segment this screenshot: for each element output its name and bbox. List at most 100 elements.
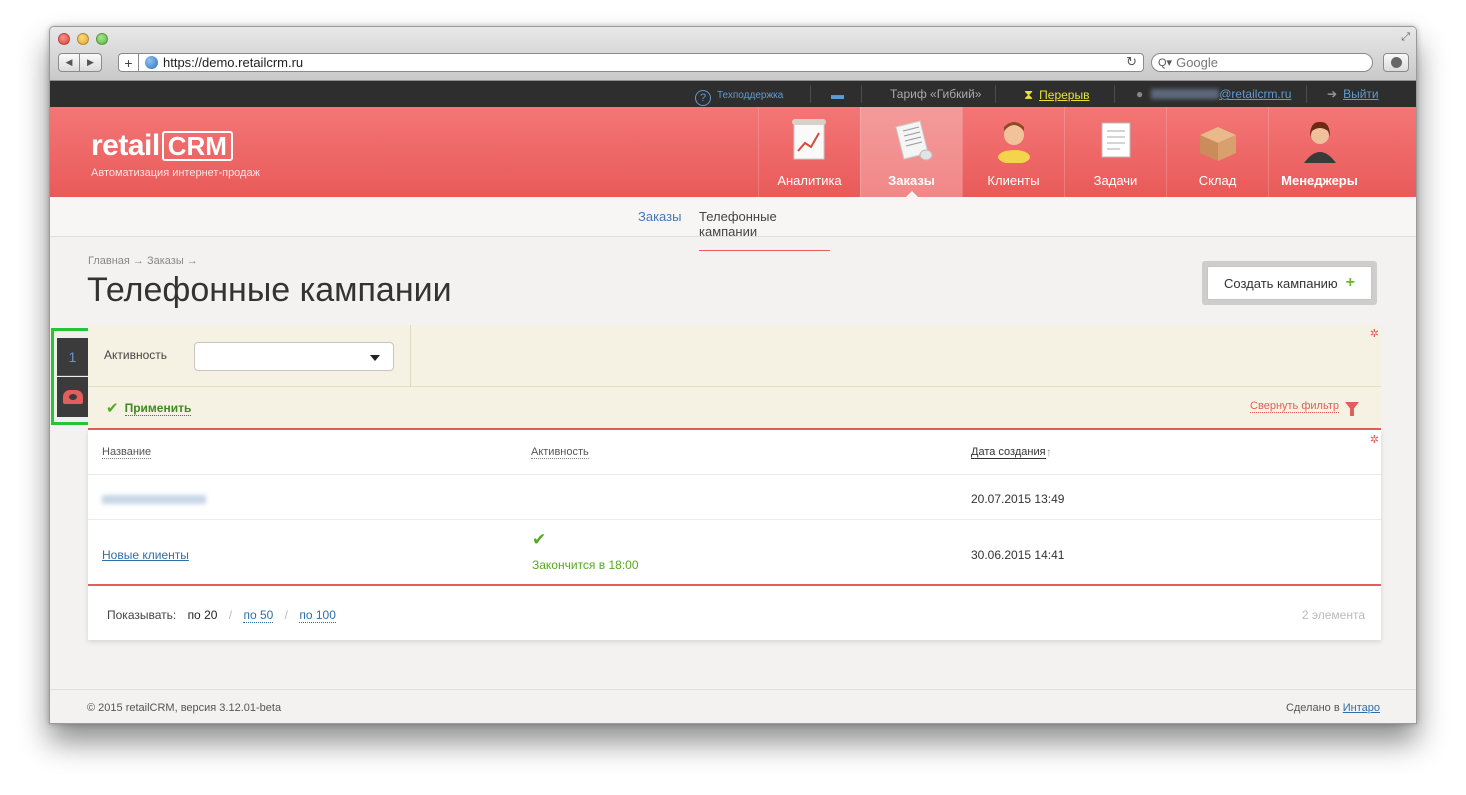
minimize-window-button[interactable]: [77, 33, 89, 45]
logo-tagline: Автоматизация интернет-продаж: [91, 167, 260, 179]
divider: [995, 85, 996, 103]
orders-icon: [895, 120, 933, 161]
divider: [1306, 85, 1307, 103]
fullscreen-icon[interactable]: ⤢: [1401, 31, 1410, 44]
analytics-icon: [792, 119, 826, 160]
new-tab-button[interactable]: +: [118, 53, 138, 72]
made-by-label: Сделано в: [1285, 702, 1340, 714]
search-input[interactable]: Q▾ Google: [1151, 53, 1373, 72]
module-tasks[interactable]: Задачи: [1064, 107, 1166, 197]
browser-toolbar: ⤢ ◀ ▶ + https://demo.retailcrm.ru ↻ Q▾ G…: [50, 27, 1416, 81]
divider: /: [228, 608, 233, 622]
clients-icon: [998, 122, 1030, 163]
phone-icon: [62, 390, 83, 404]
create-campaign-wrap: Создать кампанию +: [1202, 261, 1377, 305]
created-date: 20.07.2015 13:49: [971, 492, 1065, 506]
search-icon: Q▾: [1158, 57, 1173, 69]
sub-nav: Заказы Телефонные кампании: [50, 197, 1416, 251]
user-account-link[interactable]: ● @retailcrm.ru: [1136, 87, 1291, 101]
divider: [88, 474, 1381, 475]
created-date: 30.06.2015 14:41: [971, 548, 1065, 562]
intaro-link[interactable]: Интаро: [1343, 702, 1380, 714]
column-header-created[interactable]: Дата создания: [971, 446, 1046, 459]
column-header-name[interactable]: Название: [102, 446, 152, 459]
module-managers[interactable]: Менеджеры: [1268, 107, 1370, 197]
history-nav: ◀ ▶: [58, 53, 102, 72]
browser-window: ⤢ ◀ ▶ + https://demo.retailcrm.ru ↻ Q▾ G…: [49, 26, 1417, 724]
module-analytics[interactable]: Аналитика: [758, 107, 860, 197]
blurred-username: [1151, 89, 1220, 99]
downloads-button[interactable]: [1383, 53, 1409, 72]
reload-icon[interactable]: ↻: [1126, 54, 1137, 70]
activity-select[interactable]: [194, 342, 394, 371]
module-label: Клиенты: [987, 173, 1040, 188]
module-clients[interactable]: Клиенты: [962, 107, 1064, 197]
check-icon: ✔: [106, 400, 119, 417]
campaigns-table: ✲ Название Активность Дата создания ↑ 20…: [88, 430, 1381, 640]
breadcrumb[interactable]: Главная → Заказы →: [88, 255, 198, 267]
chat-icon[interactable]: ▬: [831, 87, 844, 102]
logo-word: retail: [91, 129, 160, 162]
top-user-bar: ? Техподдержка ▬ Тариф «Гибкий» ⧗ Перерыв …: [50, 81, 1416, 107]
break-label: Перерыв: [1039, 88, 1090, 102]
filter-side-tabs: 1: [51, 328, 91, 425]
collapse-filter-button[interactable]: Свернуть фильтр: [1250, 400, 1359, 416]
break-link[interactable]: ⧗ Перерыв: [1024, 87, 1089, 103]
module-orders[interactable]: Заказы: [860, 107, 962, 197]
logout-label: Выйти: [1343, 87, 1379, 101]
logout-link[interactable]: ➔ Выйти: [1327, 87, 1379, 101]
close-window-button[interactable]: [58, 33, 70, 45]
page-size-selector: Показывать: по 20 / по 50 / по 100: [107, 608, 336, 623]
divider: [88, 519, 1381, 520]
create-campaign-button[interactable]: Создать кампанию +: [1207, 266, 1372, 300]
zoom-window-button[interactable]: [96, 33, 108, 45]
activity-filter-label: Активность: [104, 348, 168, 362]
managers-icon: [1304, 121, 1336, 163]
campaign-link[interactable]: Новые клиенты: [102, 548, 189, 562]
module-label: Менеджеры: [1281, 173, 1358, 188]
page-size-100[interactable]: по 100: [299, 608, 336, 623]
blurred-campaign-link[interactable]: [102, 495, 206, 504]
check-icon: ✔: [532, 530, 547, 549]
module-nav: Аналитика Заказы Клиенты Задачи Склад Ме…: [758, 107, 1370, 197]
user-email: @retailcrm.ru: [1219, 87, 1292, 101]
divider: [410, 325, 411, 387]
made-by: Сделано в Интаро: [1286, 702, 1380, 714]
globe-icon: [145, 56, 158, 69]
gear-icon[interactable]: ✲: [1370, 433, 1379, 446]
gear-icon[interactable]: ✲: [1370, 327, 1379, 340]
filter-tab-number[interactable]: 1: [57, 338, 88, 376]
divider: /: [284, 608, 288, 622]
forward-button[interactable]: ▶: [80, 53, 102, 72]
tasks-icon: [1101, 122, 1131, 158]
retailcrm-logo[interactable]: retail CRM Автоматизация интернет-продаж: [91, 129, 260, 179]
apply-filter-button[interactable]: ✔ Применить: [106, 399, 192, 417]
help-icon: ?: [695, 90, 711, 106]
subnav-phone-campaigns[interactable]: Телефонные кампании: [699, 209, 830, 251]
back-button[interactable]: ◀: [58, 53, 80, 72]
user-icon: ●: [1136, 87, 1144, 101]
subnav-orders[interactable]: Заказы: [638, 209, 681, 224]
tariff-label: Тариф «Гибкий»: [890, 87, 982, 101]
module-label: Задачи: [1093, 173, 1138, 188]
page-size-current: по 20: [187, 608, 218, 622]
filter-panel: Активность ✲ ✔ Применить Свернуть фильтр: [88, 325, 1381, 430]
activity-status: Закончится в 18:00: [532, 558, 639, 572]
support-label: Техподдержка: [717, 90, 784, 101]
download-icon: [1390, 57, 1402, 68]
page-size-50[interactable]: по 50: [243, 608, 274, 623]
create-campaign-label: Создать кампанию: [1224, 275, 1338, 291]
column-header-activity[interactable]: Активность: [531, 446, 589, 459]
support-link[interactable]: ? Техподдержка: [695, 87, 783, 106]
module-label: Заказы: [888, 173, 935, 188]
page-size-label: Показывать:: [107, 608, 177, 622]
app-header: retail CRM Автоматизация интернет-продаж …: [50, 107, 1416, 197]
filter-icon: [1345, 402, 1359, 416]
module-label: Аналитика: [777, 173, 842, 188]
filter-tab-phone[interactable]: [57, 377, 88, 417]
items-count: 2 элемента: [1301, 608, 1365, 622]
module-warehouse[interactable]: Склад: [1166, 107, 1268, 197]
plus-icon: +: [1345, 274, 1355, 291]
address-bar[interactable]: https://demo.retailcrm.ru ↻: [138, 53, 1144, 72]
copyright: © 2015 retailCRM, версия 3.12.01-beta: [87, 702, 282, 714]
